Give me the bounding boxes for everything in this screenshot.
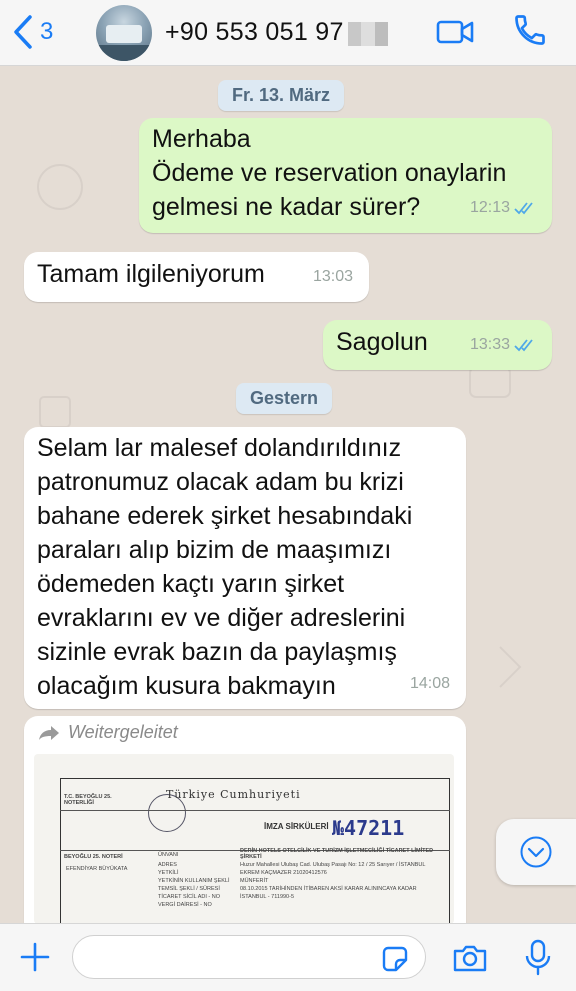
read-ticks-icon: [514, 202, 533, 215]
message-line: olacağım kusura bakmayın: [37, 672, 336, 700]
message-line: bahane ederek şirket hesabındaki: [37, 502, 413, 530]
message-line: Sagolun: [336, 328, 428, 356]
read-ticks-icon: [514, 339, 533, 352]
document-image[interactable]: Türkiye Cumhuriyeti T.C. BEYOĞLU 25. NOT…: [34, 754, 454, 923]
message-line: evraklarını ev ve diğer adreslerini: [37, 604, 406, 632]
camera-icon[interactable]: [452, 942, 488, 974]
phone-icon[interactable]: [512, 12, 548, 48]
message-meta: 13:33: [470, 328, 536, 362]
message-line: Selam lar malesef dolandırıldınız: [37, 434, 402, 462]
message-line: Tamam ilgileniyorum: [37, 260, 265, 288]
message-bubble-outgoing[interactable]: Merhaba Ödeme ve reservation onaylarin g…: [139, 118, 552, 233]
message-bubble-outgoing[interactable]: Sagolun 13:33: [323, 320, 552, 370]
chevron-down-circle-icon: [520, 836, 552, 868]
plus-icon[interactable]: [18, 940, 52, 974]
message-bubble-incoming[interactable]: Tamam ilgileniyorum 13:03: [24, 252, 369, 302]
message-line: gelmesi ne kadar sürer?: [152, 193, 421, 221]
unread-count: 3: [40, 18, 54, 45]
forward-arrow-icon: [39, 725, 59, 740]
message-line: sizinle evrak bazın da paylaşmış: [37, 638, 397, 666]
message-line: Ödeme ve reservation onaylarin: [152, 159, 507, 187]
message-time: 14:08: [409, 675, 450, 692]
microphone-icon[interactable]: [524, 938, 552, 978]
back-button[interactable]: 3: [12, 12, 53, 52]
video-call-icon[interactable]: [436, 18, 476, 46]
date-separator: Gestern: [236, 383, 333, 414]
chevron-left-icon: [14, 15, 32, 49]
forwarded-label: Weitergeleitet: [38, 722, 178, 743]
contact-phone-number[interactable]: +90 553 051 97: [165, 18, 344, 47]
scroll-to-bottom-button[interactable]: [496, 819, 576, 885]
message-input[interactable]: [72, 935, 426, 979]
date-separator: Fr. 13. März: [218, 80, 345, 111]
message-line: paraları alıp bizim de maaşımızı: [37, 536, 392, 564]
message-time: 13:03: [312, 268, 353, 285]
message-line: patronumuz olacak adam bu krizi: [37, 468, 404, 496]
document-number: №47211: [332, 816, 405, 840]
message-time: 13:33: [469, 336, 510, 353]
sticker-icon[interactable]: [380, 944, 410, 974]
forwarded-image-message[interactable]: Weitergeleitet Türkiye Cumhuriyeti T.C. …: [24, 716, 466, 923]
composer-bar: [0, 923, 576, 991]
message-meta: 14:08: [410, 667, 450, 701]
document-title: Türkiye Cumhuriyeti: [166, 788, 301, 801]
message-bubble-incoming[interactable]: Selam lar malesef dolandırıldınız patron…: [24, 427, 466, 709]
redacted-digits: [348, 22, 388, 46]
contact-avatar[interactable]: [96, 5, 152, 61]
message-line: Merhaba: [152, 125, 251, 153]
document-heading: İMZA SİRKÜLERİ: [264, 822, 329, 831]
chat-header: 3 +90 553 051 97: [0, 0, 576, 66]
message-line: ödemeden kaçtı yarın şirket: [37, 570, 345, 598]
message-time: 12:13: [469, 199, 510, 216]
message-meta: 13:03: [313, 260, 353, 294]
message-meta: 12:13: [470, 191, 536, 225]
chat-area[interactable]: Fr. 13. März Merhaba Ödeme ve reservatio…: [0, 67, 576, 923]
